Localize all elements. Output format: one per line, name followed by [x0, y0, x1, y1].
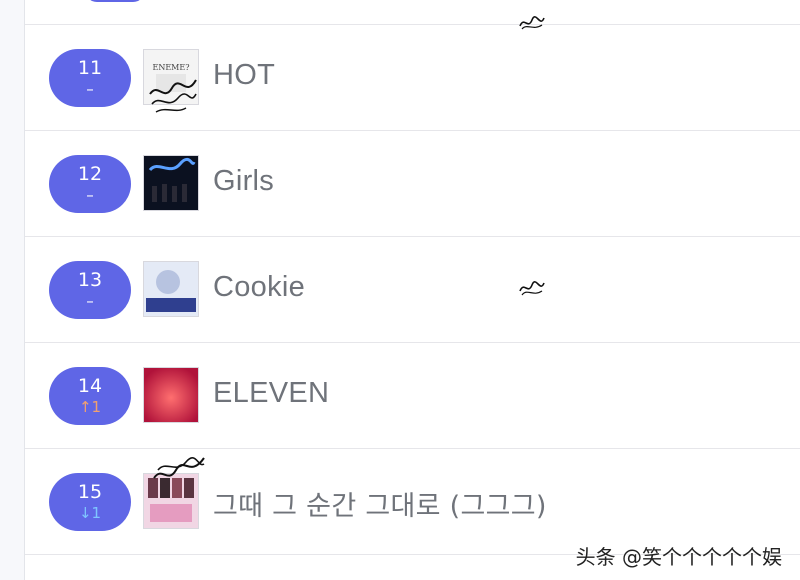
rank-change: – [86, 186, 94, 204]
rank-change: ↑1 [78, 398, 102, 416]
rank-number: 14 [77, 375, 103, 397]
rank-number: 13 [77, 269, 103, 291]
rank-change: – [86, 292, 94, 310]
chart-row[interactable]: 14 ↑1 ELEVEN [25, 343, 800, 449]
chart-row[interactable]: 11 – ENEME? HOT [25, 25, 800, 131]
rank-badge: 14 ↑1 [49, 367, 131, 425]
song-title[interactable]: Cookie [213, 271, 305, 304]
album-cover[interactable] [143, 155, 199, 211]
song-title[interactable]: Girls [213, 165, 274, 198]
album-cover[interactable] [143, 367, 199, 423]
watermark: 头条 @笑个个个个个娱 [575, 545, 782, 569]
album-cover[interactable] [143, 261, 199, 317]
previous-row-partial [25, 0, 800, 25]
chart-row[interactable]: 12 – Girls [25, 131, 800, 237]
svg-text:ENEME?: ENEME? [153, 63, 190, 72]
rank-badge: 12 – [49, 155, 131, 213]
song-title[interactable]: ELEVEN [213, 377, 329, 410]
rank-badge: 15 ↓1 [49, 473, 131, 531]
rank-change: ↓1 [78, 504, 102, 522]
rank-badge: 11 – [49, 49, 131, 107]
chart-row[interactable]: 15 ↓1 그때 그 순간 그대로 (그그그) [25, 449, 800, 555]
rank-number: 15 [77, 481, 103, 503]
rank-change: – [86, 80, 94, 98]
chart-list: 11 – ENEME? HOT 12 – Girls 13 – Cookie 1… [25, 25, 800, 555]
scribble-mark [153, 457, 205, 479]
rank-pill-partial [85, 0, 145, 2]
chart-row[interactable]: 13 – Cookie [25, 237, 800, 343]
rank-number: 11 [77, 57, 103, 79]
song-title[interactable]: 그때 그 순간 그대로 (그그그) [213, 484, 547, 523]
rank-badge: 13 – [49, 261, 131, 319]
rank-number: 12 [77, 163, 103, 185]
left-gutter [0, 0, 25, 580]
song-title[interactable]: HOT [213, 59, 275, 92]
scribble-mark [149, 79, 197, 113]
